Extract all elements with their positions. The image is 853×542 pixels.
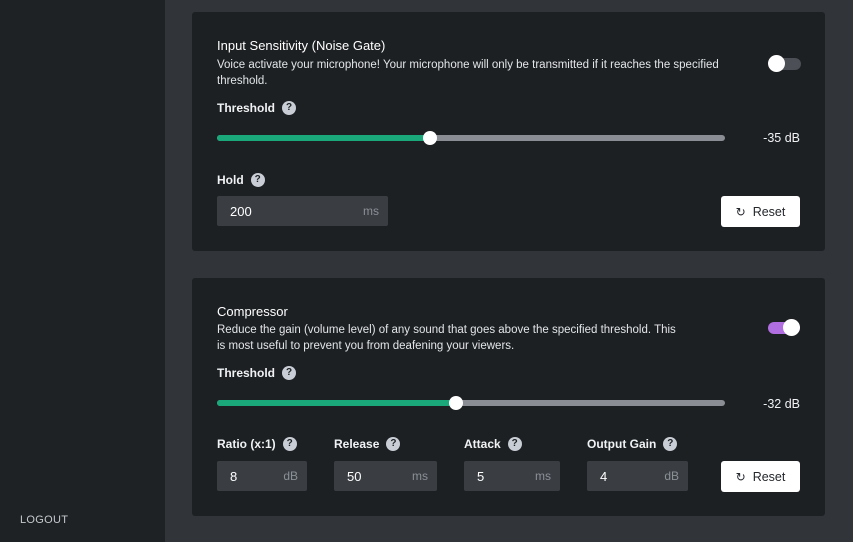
noise-gate-hold-label: Hold ? [217, 173, 265, 187]
output-gain-label-text: Output Gain [587, 437, 657, 451]
compressor-description-line1: Reduce the gain (volume level) of any so… [217, 324, 676, 336]
slider-thumb[interactable] [448, 396, 463, 410]
compressor-threshold-value: -32 dB [763, 397, 800, 411]
help-icon[interactable]: ? [282, 366, 297, 380]
slider-fill [217, 135, 431, 141]
compressor-threshold-label: Threshold ? [217, 366, 297, 380]
release-label-text: Release [334, 437, 380, 451]
compressor-toggle[interactable] [768, 319, 800, 336]
attack-label-text: Attack [464, 437, 501, 451]
compressor-description-line2: is most useful to prevent you from deafe… [217, 340, 515, 352]
reset-label: Reset [752, 204, 786, 219]
compressor-title: Compressor [217, 304, 288, 319]
attack-field: ms [464, 461, 560, 491]
threshold-label-text: Threshold [217, 366, 276, 380]
help-icon[interactable]: ? [282, 437, 297, 451]
slider-thumb[interactable] [423, 131, 438, 145]
hold-unit: ms [363, 204, 379, 218]
ratio-field: dB [217, 461, 307, 491]
ratio-input[interactable] [230, 468, 271, 484]
release-unit: ms [412, 469, 428, 483]
threshold-label-text: Threshold [217, 101, 276, 115]
hold-field: ms [217, 196, 388, 226]
compressor-card: Compressor Reduce the gain (volume level… [192, 278, 825, 516]
noise-gate-description-line1: Voice activate your microphone! Your mic… [217, 59, 719, 71]
noise-gate-description: Voice activate your microphone! Your mic… [217, 57, 719, 89]
noise-gate-threshold-value: -35 dB [763, 131, 800, 145]
output-gain-label: Output Gain ? [587, 437, 678, 451]
reset-icon: ↻ [735, 469, 746, 484]
sidebar: LOGOUT [0, 0, 165, 542]
compressor-description: Reduce the gain (volume level) of any so… [217, 322, 676, 354]
logout-link[interactable]: LOGOUT [20, 514, 68, 526]
noise-gate-threshold-slider[interactable] [217, 131, 725, 145]
release-field: ms [334, 461, 437, 491]
reset-label: Reset [752, 469, 786, 484]
noise-gate-reset-button[interactable]: ↻ Reset [721, 196, 800, 227]
output-gain-input[interactable] [600, 468, 648, 484]
noise-gate-title: Input Sensitivity (Noise Gate) [217, 38, 386, 53]
noise-gate-card: Input Sensitivity (Noise Gate) Voice act… [192, 12, 825, 251]
help-icon[interactable]: ? [507, 437, 522, 451]
help-icon[interactable]: ? [663, 437, 678, 451]
attack-input[interactable] [477, 468, 522, 484]
output-gain-unit: dB [664, 469, 679, 483]
compressor-reset-button[interactable]: ↻ Reset [721, 461, 800, 492]
output-gain-field: dB [587, 461, 688, 491]
compressor-threshold-slider[interactable] [217, 396, 725, 410]
help-icon[interactable]: ? [386, 437, 401, 451]
ratio-label-text: Ratio (x:1) [217, 437, 276, 451]
attack-unit: ms [535, 469, 551, 483]
ratio-label: Ratio (x:1) ? [217, 437, 297, 451]
help-icon[interactable]: ? [250, 173, 265, 187]
reset-icon: ↻ [735, 204, 746, 219]
release-label: Release ? [334, 437, 401, 451]
toggle-knob [768, 55, 785, 72]
toggle-knob [783, 319, 800, 336]
noise-gate-description-line2: threshold. [217, 75, 268, 87]
attack-label: Attack ? [464, 437, 522, 451]
help-icon[interactable]: ? [282, 101, 297, 115]
ratio-unit: dB [283, 469, 298, 483]
hold-input[interactable] [230, 203, 320, 219]
slider-fill [217, 400, 456, 406]
noise-gate-toggle[interactable] [768, 55, 801, 72]
hold-label-text: Hold [217, 173, 244, 187]
release-input[interactable] [347, 468, 396, 484]
noise-gate-threshold-label: Threshold ? [217, 101, 297, 115]
